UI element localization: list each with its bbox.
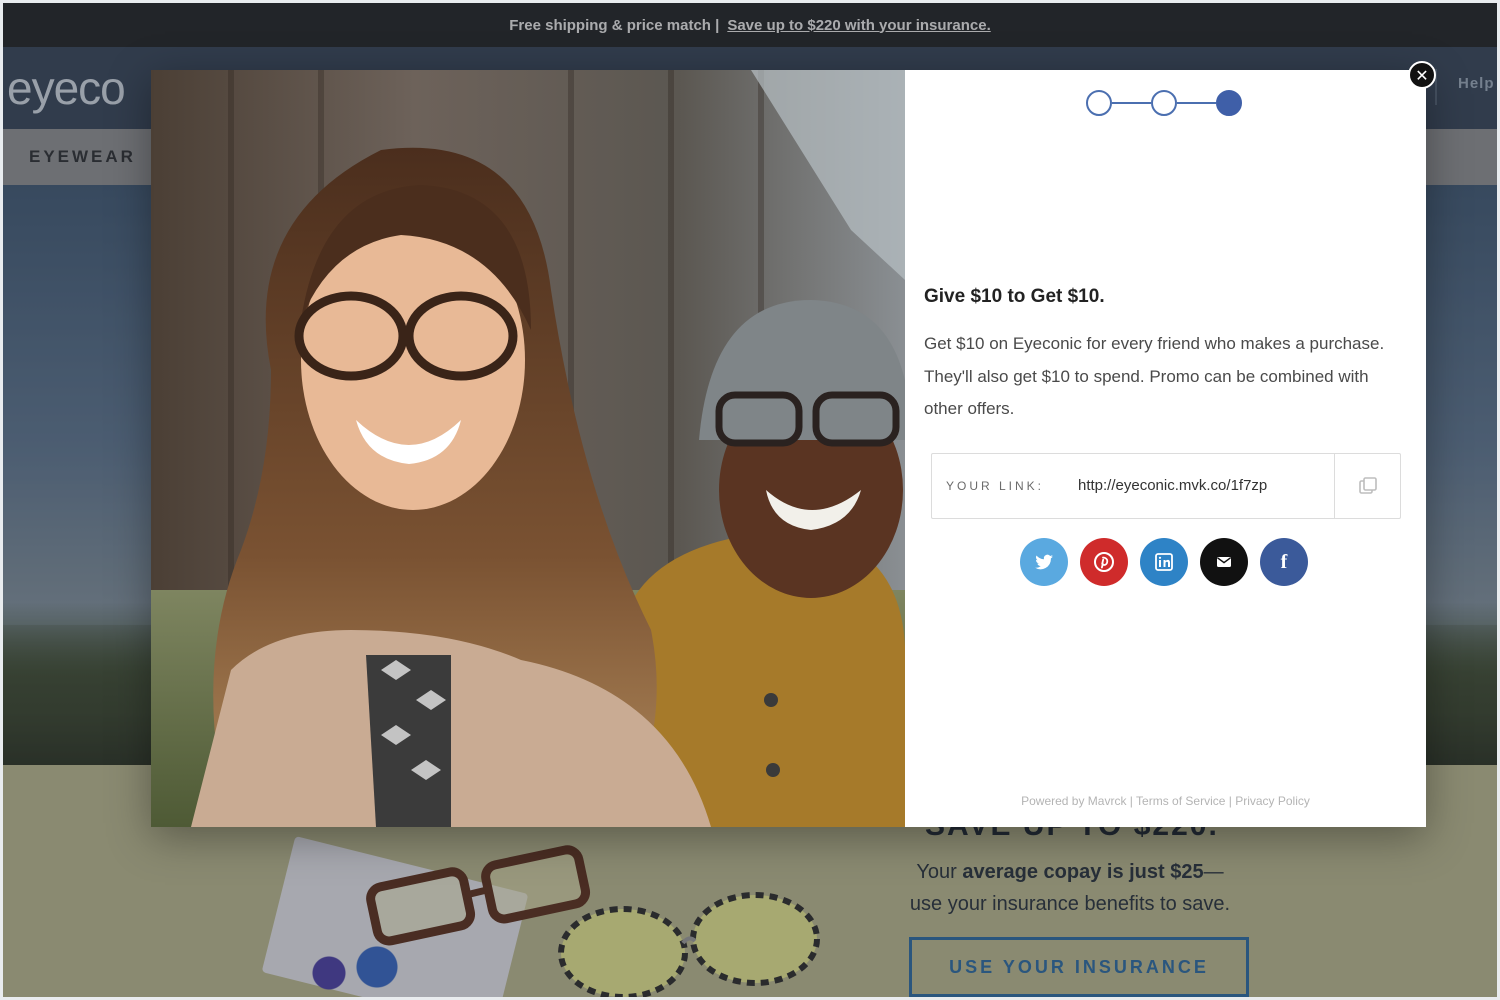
referral-description: Get $10 on Eyeconic for every friend who… [924,334,1385,418]
share-twitter-button[interactable] [1020,538,1068,586]
referral-panel: Give $10 to Get $10. Get $10 on Eyeconic… [905,70,1426,827]
copy-icon [1359,477,1377,494]
share-facebook-button[interactable]: f [1260,538,1308,586]
step-indicator [1086,88,1246,118]
referral-hero-photo [151,70,905,827]
footer-separator-1: | [1126,794,1137,808]
step-connector-2 [1177,102,1216,104]
referral-link-box: YOUR LINK: [931,453,1401,519]
step-3-indicator [1216,90,1242,116]
terms-of-service-link[interactable]: Terms of Service [1136,794,1225,808]
share-buttons: f [1020,538,1308,588]
pinterest-icon [1094,552,1114,572]
powered-by-link[interactable]: Powered by Mavrck [1021,794,1126,808]
linkedin-icon [1155,553,1173,571]
twitter-icon [1035,554,1053,570]
share-pinterest-button[interactable] [1080,538,1128,586]
step-1-indicator [1086,90,1112,116]
share-linkedin-button[interactable] [1140,538,1188,586]
referral-heading: Give $10 to Get $10. [924,286,1105,307]
share-email-button[interactable] [1200,538,1248,586]
your-link-label: YOUR LINK: [946,479,1045,493]
step-2-indicator [1151,90,1177,116]
modal-footer-links: Powered by Mavrck | Terms of Service | P… [905,794,1426,808]
people-photo-illustration [151,70,905,827]
close-icon: ✕ [1415,65,1429,85]
footer-separator-2: | [1225,794,1236,808]
referral-link-field[interactable] [1078,477,1318,494]
facebook-icon: f [1280,550,1288,573]
step-connector-1 [1112,102,1151,104]
close-modal-button[interactable]: ✕ [1408,61,1436,89]
email-icon [1217,557,1231,567]
privacy-policy-link[interactable]: Privacy Policy [1235,794,1310,808]
referral-modal: Give $10 to Get $10. Get $10 on Eyeconic… [151,70,1426,827]
copy-link-button[interactable] [1335,454,1401,518]
